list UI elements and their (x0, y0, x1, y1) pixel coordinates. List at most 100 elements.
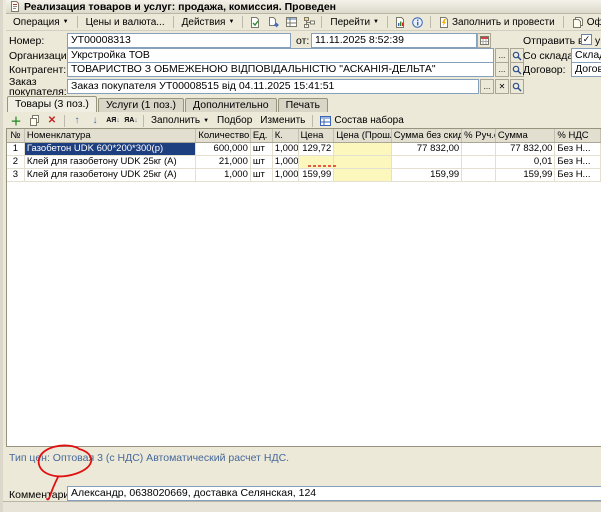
cell-vat[interactable]: Без Н... (555, 169, 601, 181)
items-table: № Номенклатура Количество Ед. К. Цена Це… (6, 128, 601, 447)
cell-item[interactable]: Клей для газобетону UDK 25кг (А) (25, 169, 197, 181)
make-documents-button[interactable]: Оформить документы (567, 15, 601, 30)
date-input[interactable]: 11.11.2025 8:52:39 (311, 33, 477, 48)
post-document-button[interactable] (246, 15, 264, 30)
cell-qty[interactable]: 21,000 (196, 156, 251, 168)
organization-open-button[interactable] (510, 48, 524, 63)
cell-price[interactable]: 159,99 (299, 169, 335, 181)
cell-qty[interactable]: 1,000 (196, 169, 251, 181)
chevron-down-icon: ▼ (203, 117, 210, 124)
cell-unit[interactable]: шт (251, 156, 273, 168)
order-open-button[interactable] (510, 79, 524, 94)
move-up-button[interactable]: ↑ (68, 113, 86, 128)
subordination-structure-button[interactable] (300, 15, 318, 30)
report-icon (395, 16, 404, 28)
cell-price-prev[interactable] (334, 156, 392, 168)
order-clear-button[interactable]: ✕ (495, 79, 509, 94)
cell-num[interactable]: 2 (7, 156, 25, 168)
main-toolbar: Операция ▼ Цены и валюта... Действия ▼ П… (6, 14, 601, 31)
cell-sum-nodisc[interactable]: 159,99 (392, 169, 463, 181)
cell-item-selected[interactable]: Газобетон UDK 600*200*300(р) (24, 143, 197, 155)
actions-label: Действия (181, 16, 226, 28)
document-movements-button[interactable] (282, 15, 300, 30)
magnifier-icon (512, 82, 522, 91)
cell-unit[interactable]: шт (251, 143, 273, 155)
cell-num[interactable]: 1 (7, 143, 25, 155)
cell-k[interactable]: 1,000 (273, 169, 299, 181)
document-info-button[interactable] (409, 15, 427, 30)
move-down-button[interactable]: ↓ (86, 113, 104, 128)
tab-goods[interactable]: Товары (3 поз.) (7, 96, 97, 112)
operation-menu-button[interactable]: Операция ▼ (8, 15, 74, 30)
prices-currency-button[interactable]: Цены и валюта... (81, 15, 170, 30)
actions-menu-button[interactable]: Действия ▼ (177, 15, 240, 30)
header-unit: Ед. (251, 129, 273, 142)
add-row-button[interactable]: ＋ (7, 113, 25, 128)
number-input[interactable]: УТ00008313 (67, 33, 291, 48)
edit-button[interactable]: Изменить (256, 114, 309, 128)
table-row[interactable]: 1 Газобетон UDK 600*200*300(р) 600,000 ш… (7, 143, 601, 156)
contractor-open-button[interactable] (510, 62, 524, 77)
tab-services[interactable]: Услуги (1 поз.) (97, 98, 185, 112)
sort-descending-button[interactable]: ЯА ↓ (122, 113, 140, 128)
cell-manual-disc[interactable] (462, 169, 496, 181)
delete-row-button[interactable]: ✕ (43, 113, 61, 128)
goto-menu-button[interactable]: Перейти ▼ (325, 15, 384, 30)
order-ellipsis-button[interactable]: ... (480, 79, 494, 94)
cell-manual-disc[interactable] (462, 156, 496, 168)
comment-input[interactable]: Александр, 0638020669, доставка Селянска… (67, 486, 601, 501)
warehouse-label: Со склада (523, 50, 574, 62)
status-bar (3, 501, 601, 512)
organization-ellipsis-button[interactable]: ... (495, 48, 509, 63)
fill-and-post-button[interactable]: Заполнить и провести (434, 15, 560, 30)
cell-price[interactable] (298, 156, 335, 168)
create-based-on-button[interactable] (264, 15, 282, 30)
contract-input[interactable]: Договор (571, 62, 601, 77)
calendar-button[interactable] (477, 33, 491, 48)
report-button[interactable] (391, 15, 409, 30)
cell-vat[interactable]: Без Н... (555, 156, 601, 168)
set-composition-button[interactable]: Состав набора (316, 114, 407, 128)
cell-price[interactable]: 129,72 (299, 143, 335, 155)
cell-manual-disc[interactable] (462, 143, 496, 155)
copy-row-button[interactable] (25, 113, 43, 128)
window-titlebar[interactable]: Реализация товаров и услуг: продажа, ком… (6, 0, 601, 14)
header-sum: Сумма (496, 129, 556, 142)
cell-num[interactable]: 3 (7, 169, 25, 181)
fill-and-post-label: Заполнить и провести (451, 16, 555, 28)
pick-button[interactable]: Подбор (213, 114, 256, 128)
cell-sum[interactable]: 0,01 (496, 156, 556, 168)
warehouse-input[interactable]: Склад Б (571, 48, 601, 63)
cell-price-prev[interactable] (334, 169, 392, 181)
tab-print[interactable]: Печать (277, 98, 329, 112)
header-manual-disc: % Руч.ск. (464, 129, 496, 142)
tab-additional[interactable]: Дополнительно (185, 98, 277, 112)
cell-sum-nodisc[interactable]: 77 832,00 (392, 143, 463, 155)
cell-sum[interactable]: 159,99 (496, 169, 556, 181)
cell-item[interactable]: Клей для газобетону UDK 25кг (А) (25, 156, 197, 168)
delete-icon: ✕ (47, 115, 57, 126)
table-row[interactable]: 2 Клей для газобетону UDK 25кг (А) 21,00… (7, 156, 601, 169)
fill-menu-button[interactable]: Заполнить ▼ (147, 114, 213, 128)
contractor-input[interactable]: ТОВАРИСТВО З ОБМЕЖЕНОЮ ВІДПОВІДАЛЬНІСТЮ … (67, 62, 494, 77)
cell-unit[interactable]: шт (251, 169, 273, 181)
operation-label: Операция (13, 16, 60, 28)
organization-input[interactable]: Укрстройка ТОВ (67, 48, 494, 63)
header-item: Номенклатура (25, 129, 197, 142)
cell-qty[interactable]: 600,000 (196, 143, 251, 155)
magnifier-icon (512, 65, 522, 74)
contractor-ellipsis-button[interactable]: ... (495, 62, 509, 77)
cell-sum-nodisc[interactable] (392, 156, 463, 168)
table-row[interactable]: 3 Клей для газобетону UDK 25кг (А) 1,000… (7, 169, 601, 182)
contractor-label: Контрагент: (9, 64, 67, 76)
send-to-checkbox-label: упр. уч (595, 35, 601, 47)
cell-vat[interactable]: Без Н... (555, 143, 601, 155)
order-input[interactable]: Заказ покупателя УТ00008515 від 04.11.20… (67, 79, 479, 94)
cell-k[interactable]: 1,000 (273, 156, 299, 168)
cell-sum[interactable]: 77 832,00 (496, 143, 556, 155)
cell-price-prev[interactable] (334, 143, 392, 155)
sort-ascending-button[interactable]: АЯ ↓ (104, 113, 122, 128)
cell-k[interactable]: 1,000 (273, 143, 299, 155)
send-to-checkbox[interactable]: ✓ (581, 34, 592, 45)
chevron-down-icon: ▼ (228, 19, 235, 25)
